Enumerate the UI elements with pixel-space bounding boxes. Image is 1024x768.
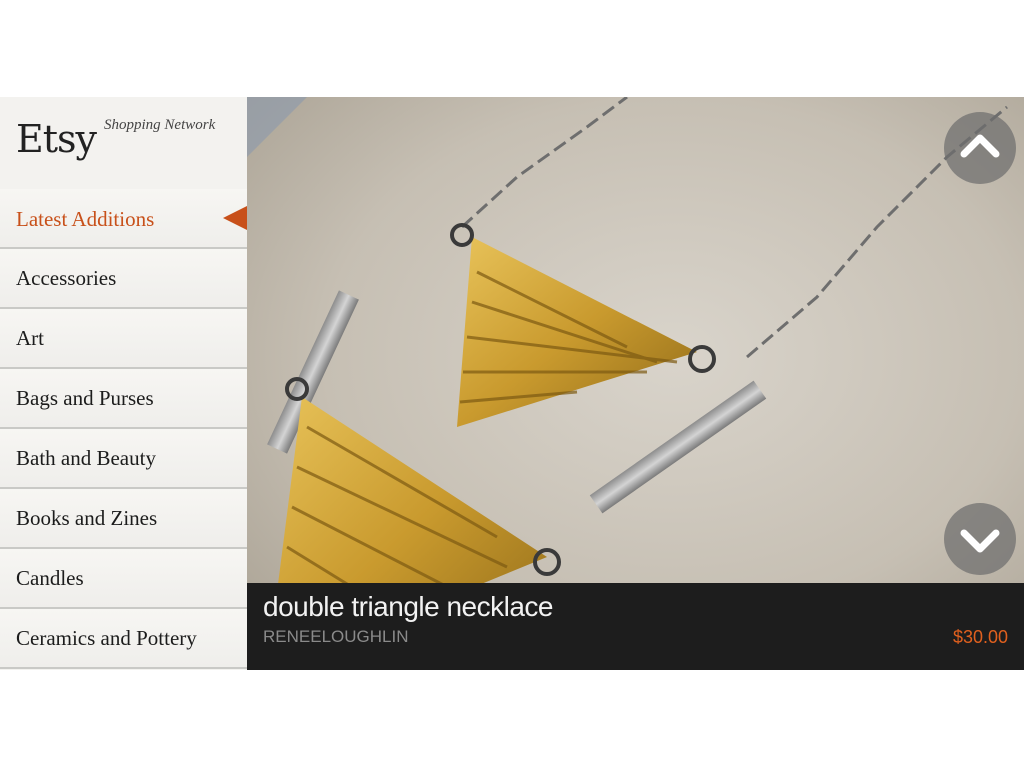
menu-item-label: Ceramics and Pottery <box>16 626 197 650</box>
selected-arrow-icon <box>223 206 247 230</box>
sidebar: Etsy Shopping Network Latest Additions A… <box>0 97 247 670</box>
menu-item-label: Bags and Purses <box>16 386 154 410</box>
app-window: Etsy Shopping Network Latest Additions A… <box>0 97 1024 670</box>
brand-header: Etsy Shopping Network <box>0 97 247 189</box>
item-caption-bar: double triangle necklace RENEELOUGHLIN $… <box>247 583 1024 670</box>
menu-item-label: Bath and Beauty <box>16 446 156 470</box>
menu-item-label: Books and Zines <box>16 506 158 530</box>
menu-item-bags-and-purses[interactable]: Bags and Purses <box>0 369 247 429</box>
category-menu: Latest Additions Accessories Art Bags an… <box>0 189 247 669</box>
chevron-up-icon <box>960 134 1000 158</box>
menu-item-bath-and-beauty[interactable]: Bath and Beauty <box>0 429 247 489</box>
menu-item-art[interactable]: Art <box>0 309 247 369</box>
menu-item-accessories[interactable]: Accessories <box>0 249 247 309</box>
menu-item-ceramics-and-pottery[interactable]: Ceramics and Pottery <box>0 609 247 669</box>
previous-item-button[interactable] <box>944 112 1016 184</box>
next-item-button[interactable] <box>944 503 1016 575</box>
menu-item-label: Art <box>16 326 44 350</box>
menu-item-label: Latest Additions <box>16 207 155 231</box>
menu-item-latest-additions[interactable]: Latest Additions <box>0 189 247 249</box>
seller-name[interactable]: RENEELOUGHLIN <box>263 627 408 647</box>
menu-item-candles[interactable]: Candles <box>0 549 247 609</box>
product-viewer: double triangle necklace RENEELOUGHLIN $… <box>247 97 1024 670</box>
menu-item-books-and-zines[interactable]: Books and Zines <box>0 489 247 549</box>
menu-item-label: Candles <box>16 566 84 590</box>
item-title: double triangle necklace <box>263 591 553 622</box>
chevron-down-icon <box>960 529 1000 553</box>
etsy-logo: Etsy <box>16 117 97 161</box>
item-price: $30.00 <box>952 627 1008 647</box>
menu-item-label: Accessories <box>16 266 117 290</box>
brand-subtitle: Shopping Network <box>104 117 216 133</box>
